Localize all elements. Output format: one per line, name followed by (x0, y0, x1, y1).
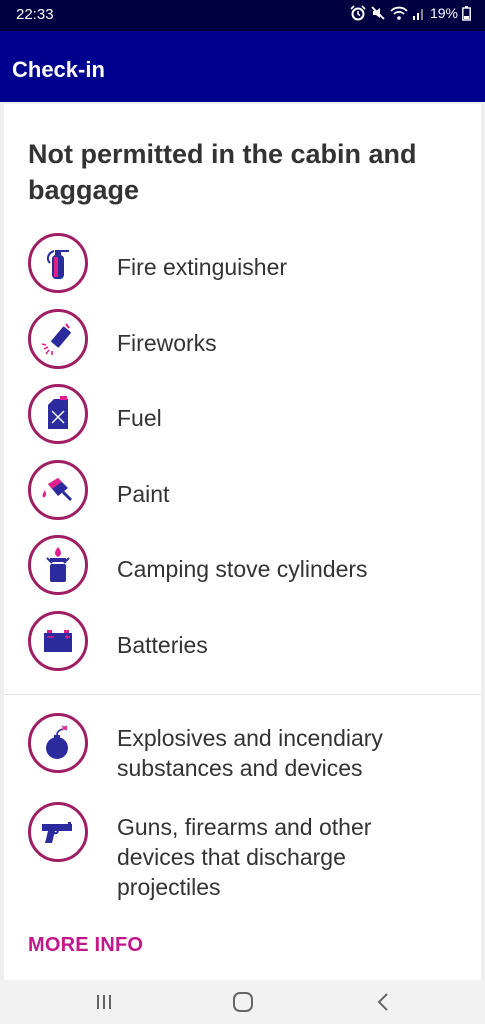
app-bar: Check-in (0, 31, 485, 102)
status-icons: 19% (350, 5, 471, 21)
mute-icon (371, 6, 385, 20)
item-label: Fireworks (117, 330, 217, 356)
paint-icon (28, 460, 88, 520)
wifi-icon (390, 6, 408, 20)
fire-extinguisher-icon (28, 233, 88, 293)
camping-stove-icon (28, 535, 88, 595)
battery-percent: 19% (429, 5, 458, 21)
battery-status-icon (462, 5, 471, 21)
list-item-paint: Paint (28, 460, 468, 524)
list-item-fuel: Fuel (28, 384, 468, 448)
signal-icon (412, 9, 423, 20)
section-heading: Not permitted in the cabin and baggage (28, 139, 417, 205)
page-title: Check-in (12, 57, 105, 82)
home-icon[interactable] (232, 992, 254, 1012)
battery-icon (28, 611, 88, 671)
list-item-guns: Guns, firearms and other devices that di… (28, 802, 468, 900)
back-icon[interactable] (375, 992, 391, 1012)
alarm-icon (350, 5, 366, 21)
item-label: Batteries (117, 632, 208, 658)
recent-apps-icon[interactable] (94, 992, 114, 1012)
list-item-fire-extinguisher: Fire extinguisher (28, 233, 468, 297)
fuel-can-icon (28, 384, 88, 444)
item-label: Explosives and incendiary substances and… (117, 725, 383, 781)
list-item-camping-stove: Camping stove cylinders (28, 535, 468, 599)
more-info-link[interactable]: MORE INFO (28, 934, 143, 957)
status-time: 22:33 (16, 6, 54, 23)
bomb-icon (28, 713, 88, 773)
item-label: Fire extinguisher (117, 254, 288, 280)
list-item-fireworks: Fireworks (28, 309, 468, 373)
list-item-explosives: Explosives and incendiary substances and… (28, 713, 468, 781)
gun-icon (28, 802, 88, 862)
item-label: Camping stove cylinders (117, 556, 368, 582)
status-bar: 22:33 19% (0, 0, 485, 31)
item-label: Paint (117, 481, 170, 507)
item-label: Fuel (117, 405, 162, 431)
item-label: Guns, firearms and other devices that di… (117, 814, 372, 900)
divider (4, 694, 481, 695)
list-item-batteries: Batteries (28, 611, 468, 675)
content-card: Not permitted in the cabin and baggage F… (4, 104, 481, 980)
fireworks-icon (28, 309, 88, 369)
system-navigation-bar (0, 980, 485, 1024)
